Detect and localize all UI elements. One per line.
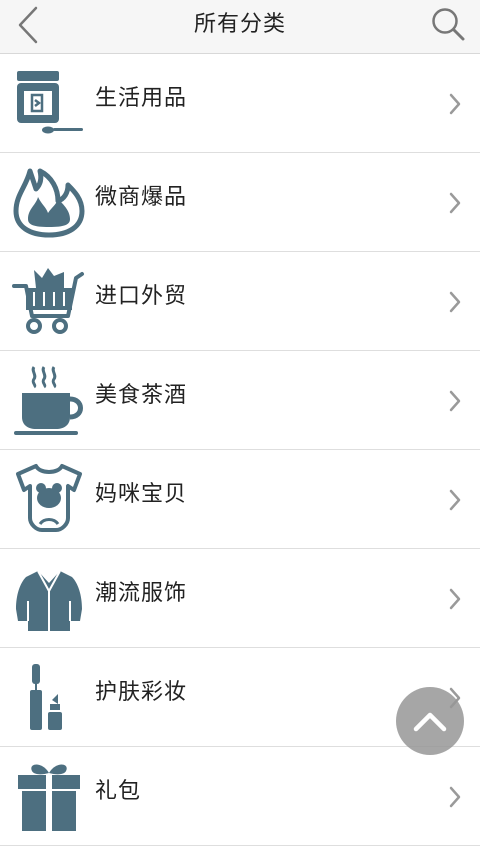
- page-title: 所有分类: [193, 12, 286, 37]
- category-row-food-tea-wine[interactable]: 美食茶酒: [0, 351, 480, 450]
- category-row-import-trade[interactable]: 进口外贸: [0, 252, 480, 351]
- cosmetics-icon: [12, 660, 86, 734]
- category-row-gift-pack[interactable]: 礼包: [0, 747, 480, 846]
- chevron-up-icon: [413, 712, 447, 732]
- gift-box-icon: [12, 759, 86, 833]
- baby-onesie-icon: [12, 462, 86, 536]
- category-row-fashion[interactable]: 潮流服饰: [0, 549, 480, 648]
- jacket-icon: [12, 561, 86, 635]
- category-row-mom-baby[interactable]: 妈咪宝贝: [0, 450, 480, 549]
- flame-icon: [12, 165, 86, 239]
- jar-spoon-icon: [12, 66, 86, 140]
- chevron-right-icon: [449, 390, 461, 412]
- category-label: 潮流服饰: [95, 581, 188, 606]
- chevron-right-icon: [449, 489, 461, 511]
- category-label: 微商爆品: [95, 185, 188, 210]
- scroll-to-top-button[interactable]: [396, 687, 464, 755]
- category-row-hot-items[interactable]: 微商爆品: [0, 153, 480, 252]
- category-label: 礼包: [95, 779, 142, 804]
- chevron-right-icon: [449, 786, 461, 808]
- chevron-right-icon: [449, 192, 461, 214]
- shopping-cart-icon: [12, 264, 86, 338]
- category-label: 生活用品: [95, 86, 188, 111]
- search-icon: [432, 8, 465, 41]
- chevron-right-icon: [449, 588, 461, 610]
- category-label: 进口外贸: [95, 284, 188, 309]
- category-row-daily-goods[interactable]: 生活用品: [0, 54, 480, 153]
- search-button[interactable]: [426, 2, 470, 46]
- chevron-right-icon: [449, 291, 461, 313]
- category-label: 妈咪宝贝: [95, 482, 188, 507]
- top-bar: 所有分类: [0, 0, 480, 54]
- category-label: 美食茶酒: [95, 383, 188, 408]
- tea-cup-icon: [12, 363, 86, 437]
- category-label: 护肤彩妆: [95, 680, 188, 705]
- chevron-right-icon: [449, 93, 461, 115]
